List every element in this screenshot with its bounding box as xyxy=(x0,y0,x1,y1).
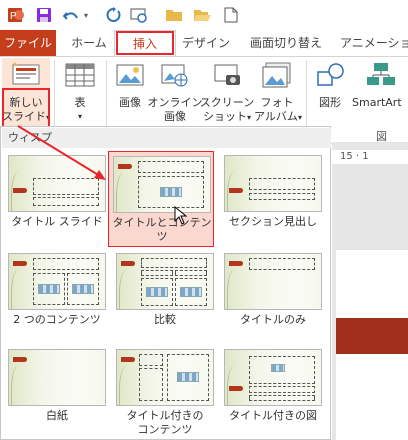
image-icon xyxy=(116,62,144,92)
layout-comparison[interactable]: 比較 xyxy=(112,249,218,341)
table-icon xyxy=(65,62,95,92)
layout-label: セクション見出し xyxy=(229,215,317,228)
layout-content-with-caption[interactable]: タイトル付きの コンテンツ xyxy=(112,345,218,437)
new-slide-icon xyxy=(11,62,41,86)
layout-title-slide[interactable]: タイトル スライド xyxy=(4,151,110,243)
online-image-label-line2: 画像 xyxy=(164,110,186,123)
image-label: 画像 xyxy=(119,96,141,109)
layout-thumbnail xyxy=(224,155,322,212)
chevron-down-icon: ▾ xyxy=(297,113,302,122)
ruler-marks: 15 · 1 xyxy=(340,151,369,162)
tab-design[interactable]: デザイン xyxy=(180,30,232,56)
ribbon-tabs: ファイル ホーム 挿入 デザイン 画面切り替え アニメーション xyxy=(0,30,408,76)
layout-two-content[interactable]: 2 つのコンテンツ xyxy=(4,249,110,341)
photo-album-button[interactable]: フォト アルバム▾ xyxy=(252,58,302,124)
table-button[interactable]: 表 ▾ xyxy=(60,58,100,124)
layout-thumbnail xyxy=(8,349,106,406)
online-image-button[interactable]: オンライン 画像 xyxy=(148,58,203,124)
layout-thumbnail xyxy=(8,155,106,212)
shapes-label: 図形 xyxy=(319,96,341,109)
photo-album-label-line2: アルバム xyxy=(254,110,298,123)
layout-label: タイトルのみ xyxy=(240,313,306,326)
undo-dropdown-icon[interactable]: ▾ xyxy=(81,5,91,25)
layout-thumbnail xyxy=(8,253,106,310)
image-button[interactable]: 画像 xyxy=(110,58,150,124)
layout-thumbnail xyxy=(224,253,322,310)
table-label: 表 xyxy=(74,96,86,109)
photo-album-icon xyxy=(262,62,292,92)
gallery-theme-heading: ウィスプ xyxy=(2,128,331,148)
layout-blank[interactable]: 白紙 xyxy=(4,345,110,437)
online-image-label-line1: オンライン xyxy=(147,96,203,109)
redo-icon[interactable] xyxy=(104,5,122,25)
layout-label: タイトル付きの コンテンツ xyxy=(126,409,204,436)
svg-text:P: P xyxy=(10,11,17,22)
shapes-icon xyxy=(316,62,346,92)
layout-thumbnail xyxy=(113,156,211,213)
quick-access-toolbar: P ▾ xyxy=(0,0,408,30)
smartart-button[interactable]: SmartArt xyxy=(352,58,408,124)
folder-icon[interactable] xyxy=(164,5,184,25)
save-icon[interactable] xyxy=(34,5,54,25)
slide-title-bar xyxy=(336,318,408,354)
presenter-view-icon[interactable] xyxy=(128,5,150,25)
tab-file[interactable]: ファイル xyxy=(0,30,56,56)
open-folder-icon[interactable] xyxy=(192,5,212,25)
tab-animations[interactable]: アニメーション xyxy=(340,30,408,76)
smartart-icon xyxy=(366,62,396,92)
mouse-cursor-icon xyxy=(174,206,188,225)
horizontal-ruler: 15 · 1 xyxy=(332,150,408,164)
shapes-button[interactable]: 図形 xyxy=(310,58,350,124)
tab-transitions[interactable]: 画面切り替え xyxy=(246,30,326,56)
layout-label: タイトル付きの図 xyxy=(229,409,317,422)
layout-label: 白紙 xyxy=(46,409,68,422)
insert-tab-highlight xyxy=(116,31,174,55)
new-document-icon[interactable] xyxy=(222,5,240,25)
smartart-label: SmartArt xyxy=(352,96,402,109)
tab-home[interactable]: ホーム xyxy=(66,30,112,56)
layout-thumbnail xyxy=(224,349,322,406)
layout-label: 2 つのコンテンツ xyxy=(13,313,101,326)
online-image-icon xyxy=(161,62,189,92)
screenshot-button[interactable]: スクリーン ショット▾ xyxy=(200,58,254,124)
undo-icon[interactable] xyxy=(62,5,80,25)
layout-title-and-content[interactable]: タイトルとコンテンツ xyxy=(108,151,214,247)
screenshot-label-line2: ショット xyxy=(202,110,247,123)
layout-section-header[interactable]: セクション見出し xyxy=(220,151,326,243)
layout-label: タイトルとコンテンツ xyxy=(112,216,212,243)
screenshot-label-line1: スクリーン xyxy=(199,96,255,109)
photo-album-label-line1: フォト xyxy=(260,96,294,109)
layout-gallery: ウィスプ タイトル スライド タイトルとコンテンツ セクション見出し 2 つのコ… xyxy=(0,126,331,440)
layout-thumbnail xyxy=(116,349,214,406)
new-slide-highlight xyxy=(2,88,50,128)
layout-label: 比較 xyxy=(154,313,176,326)
layout-title-only[interactable]: タイトルのみ xyxy=(220,249,326,341)
layout-picture-with-caption[interactable]: タイトル付きの図 xyxy=(220,345,326,437)
layout-label: タイトル スライド xyxy=(11,215,103,228)
powerpoint-icon: P xyxy=(6,5,26,25)
layout-thumbnail xyxy=(116,253,214,310)
camera-icon xyxy=(214,62,242,92)
chevron-down-icon: ▾ xyxy=(77,112,82,121)
